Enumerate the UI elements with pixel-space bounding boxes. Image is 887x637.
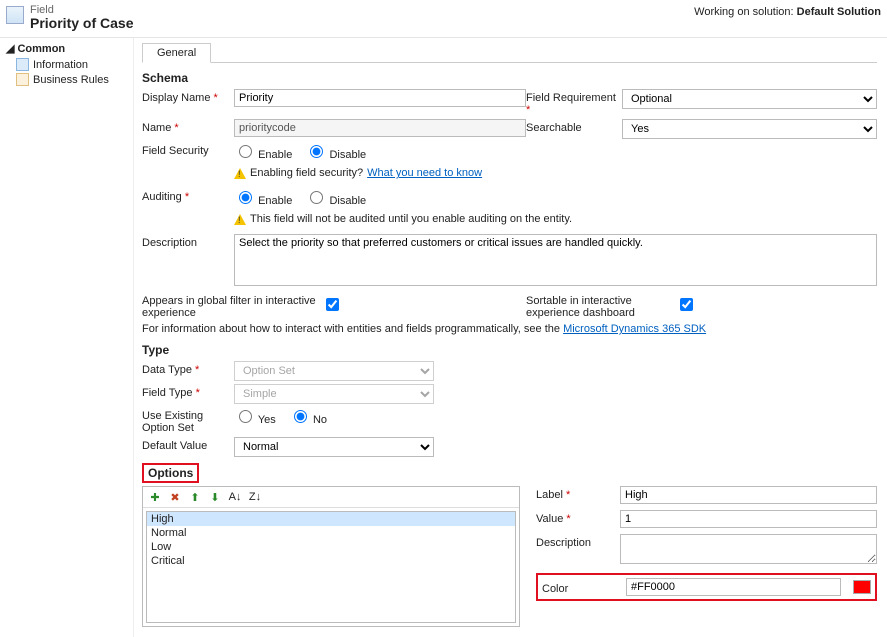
color-swatch[interactable] — [853, 580, 871, 594]
sortable-checkbox[interactable] — [680, 298, 693, 311]
sidebar-item-information[interactable]: Information — [16, 57, 127, 72]
field-requirement-select[interactable]: Optional — [622, 89, 877, 109]
field-security-warning: Enabling field security? What you need t… — [234, 167, 877, 179]
warning-icon — [234, 168, 246, 179]
sort-desc-icon[interactable]: Z↓ — [248, 490, 262, 504]
sort-asc-icon[interactable]: A↓ — [228, 490, 242, 504]
field-type-label: Field Type — [142, 384, 234, 399]
option-color-row: Color — [536, 573, 877, 601]
delete-option-icon[interactable]: ✖ — [168, 490, 182, 504]
option-color-input[interactable] — [626, 578, 841, 596]
default-value-label: Default Value — [142, 437, 234, 452]
option-value-label: Value — [536, 510, 620, 525]
solution-value: Default Solution — [797, 6, 881, 18]
field-security-enable[interactable]: Enable — [234, 149, 292, 161]
searchable-label: Searchable — [526, 119, 622, 134]
page-header: Field Priority of Case Working on soluti… — [0, 0, 887, 38]
searchable-select[interactable]: Yes — [622, 119, 877, 139]
auditing-label: Auditing — [142, 188, 234, 203]
option-description-label: Description — [536, 534, 620, 549]
sdk-info-line: For information about how to interact wi… — [142, 323, 877, 335]
header-text: Field Priority of Case — [30, 4, 694, 31]
entity-icon — [6, 6, 24, 24]
global-filter-checkbox[interactable] — [326, 298, 339, 311]
data-type-label: Data Type — [142, 361, 234, 376]
sidebar-group-common[interactable]: ◢ Common — [6, 42, 127, 55]
solution-label: Working on solution: — [694, 6, 793, 18]
field-security-learn-link[interactable]: What you need to know — [367, 167, 482, 179]
auditing-warning: This field will not be audited until you… — [234, 213, 877, 225]
display-name-input[interactable] — [234, 89, 526, 107]
option-value-input[interactable] — [620, 510, 877, 528]
list-item[interactable]: Critical — [147, 554, 515, 568]
name-input — [234, 119, 526, 137]
option-label-label: Label — [536, 486, 620, 501]
schema-heading: Schema — [142, 71, 877, 85]
field-security-disable[interactable]: Disable — [305, 149, 366, 161]
options-list[interactable]: High Normal Low Critical — [146, 511, 516, 623]
display-name-label: Display Name — [142, 89, 234, 104]
main-panel: General Schema Display Name Field Requir… — [134, 38, 887, 637]
page-title: Priority of Case — [30, 16, 694, 31]
use-existing-label: Use Existing Option Set — [142, 407, 234, 434]
use-existing-yes[interactable]: Yes — [234, 414, 276, 426]
option-color-label: Color — [542, 580, 618, 595]
global-filter-label: Appears in global filter in interactive … — [142, 295, 322, 319]
tab-bar: General — [142, 42, 877, 63]
option-label-input[interactable] — [620, 486, 877, 504]
business-rules-icon — [16, 73, 29, 86]
add-option-icon[interactable]: ✚ — [148, 490, 162, 504]
auditing-enable[interactable]: Enable — [234, 195, 292, 207]
name-label: Name — [142, 119, 234, 134]
type-heading: Type — [142, 343, 877, 357]
use-existing-no[interactable]: No — [289, 414, 327, 426]
description-input[interactable] — [234, 234, 877, 286]
information-icon — [16, 58, 29, 71]
collapse-icon: ◢ — [6, 42, 14, 55]
field-requirement-label: Field Requirement — [526, 89, 622, 116]
sidebar-item-label: Information — [33, 59, 88, 71]
options-toolbar: ✚ ✖ ⬆ ⬇ A↓ Z↓ — [143, 487, 519, 508]
tab-general[interactable]: General — [142, 43, 211, 63]
sidebar-item-label: Business Rules — [33, 74, 109, 86]
list-item[interactable]: Normal — [147, 526, 515, 540]
solution-indicator: Working on solution: Default Solution — [694, 6, 881, 18]
sdk-link[interactable]: Microsoft Dynamics 365 SDK — [563, 323, 706, 335]
option-description-input[interactable] — [620, 534, 877, 564]
sidebar-group-label: Common — [17, 43, 65, 55]
move-down-icon[interactable]: ⬇ — [208, 490, 222, 504]
description-label: Description — [142, 234, 234, 249]
move-up-icon[interactable]: ⬆ — [188, 490, 202, 504]
data-type-select: Option Set — [234, 361, 434, 381]
option-detail-panel: Label Value Description Color — [536, 486, 877, 627]
list-item[interactable]: High — [147, 512, 515, 526]
options-heading: Options — [142, 463, 199, 483]
list-item[interactable]: Low — [147, 540, 515, 554]
auditing-disable[interactable]: Disable — [305, 195, 366, 207]
options-panel: ✚ ✖ ⬆ ⬇ A↓ Z↓ High Normal Low Critical — [142, 486, 520, 627]
field-type-select: Simple — [234, 384, 434, 404]
default-value-select[interactable]: Normal — [234, 437, 434, 457]
sortable-label: Sortable in interactive experience dashb… — [526, 295, 676, 319]
sidebar: ◢ Common Information Business Rules — [0, 38, 134, 637]
field-security-label: Field Security — [142, 142, 234, 157]
warning-icon — [234, 214, 246, 225]
sidebar-item-business-rules[interactable]: Business Rules — [16, 72, 127, 87]
